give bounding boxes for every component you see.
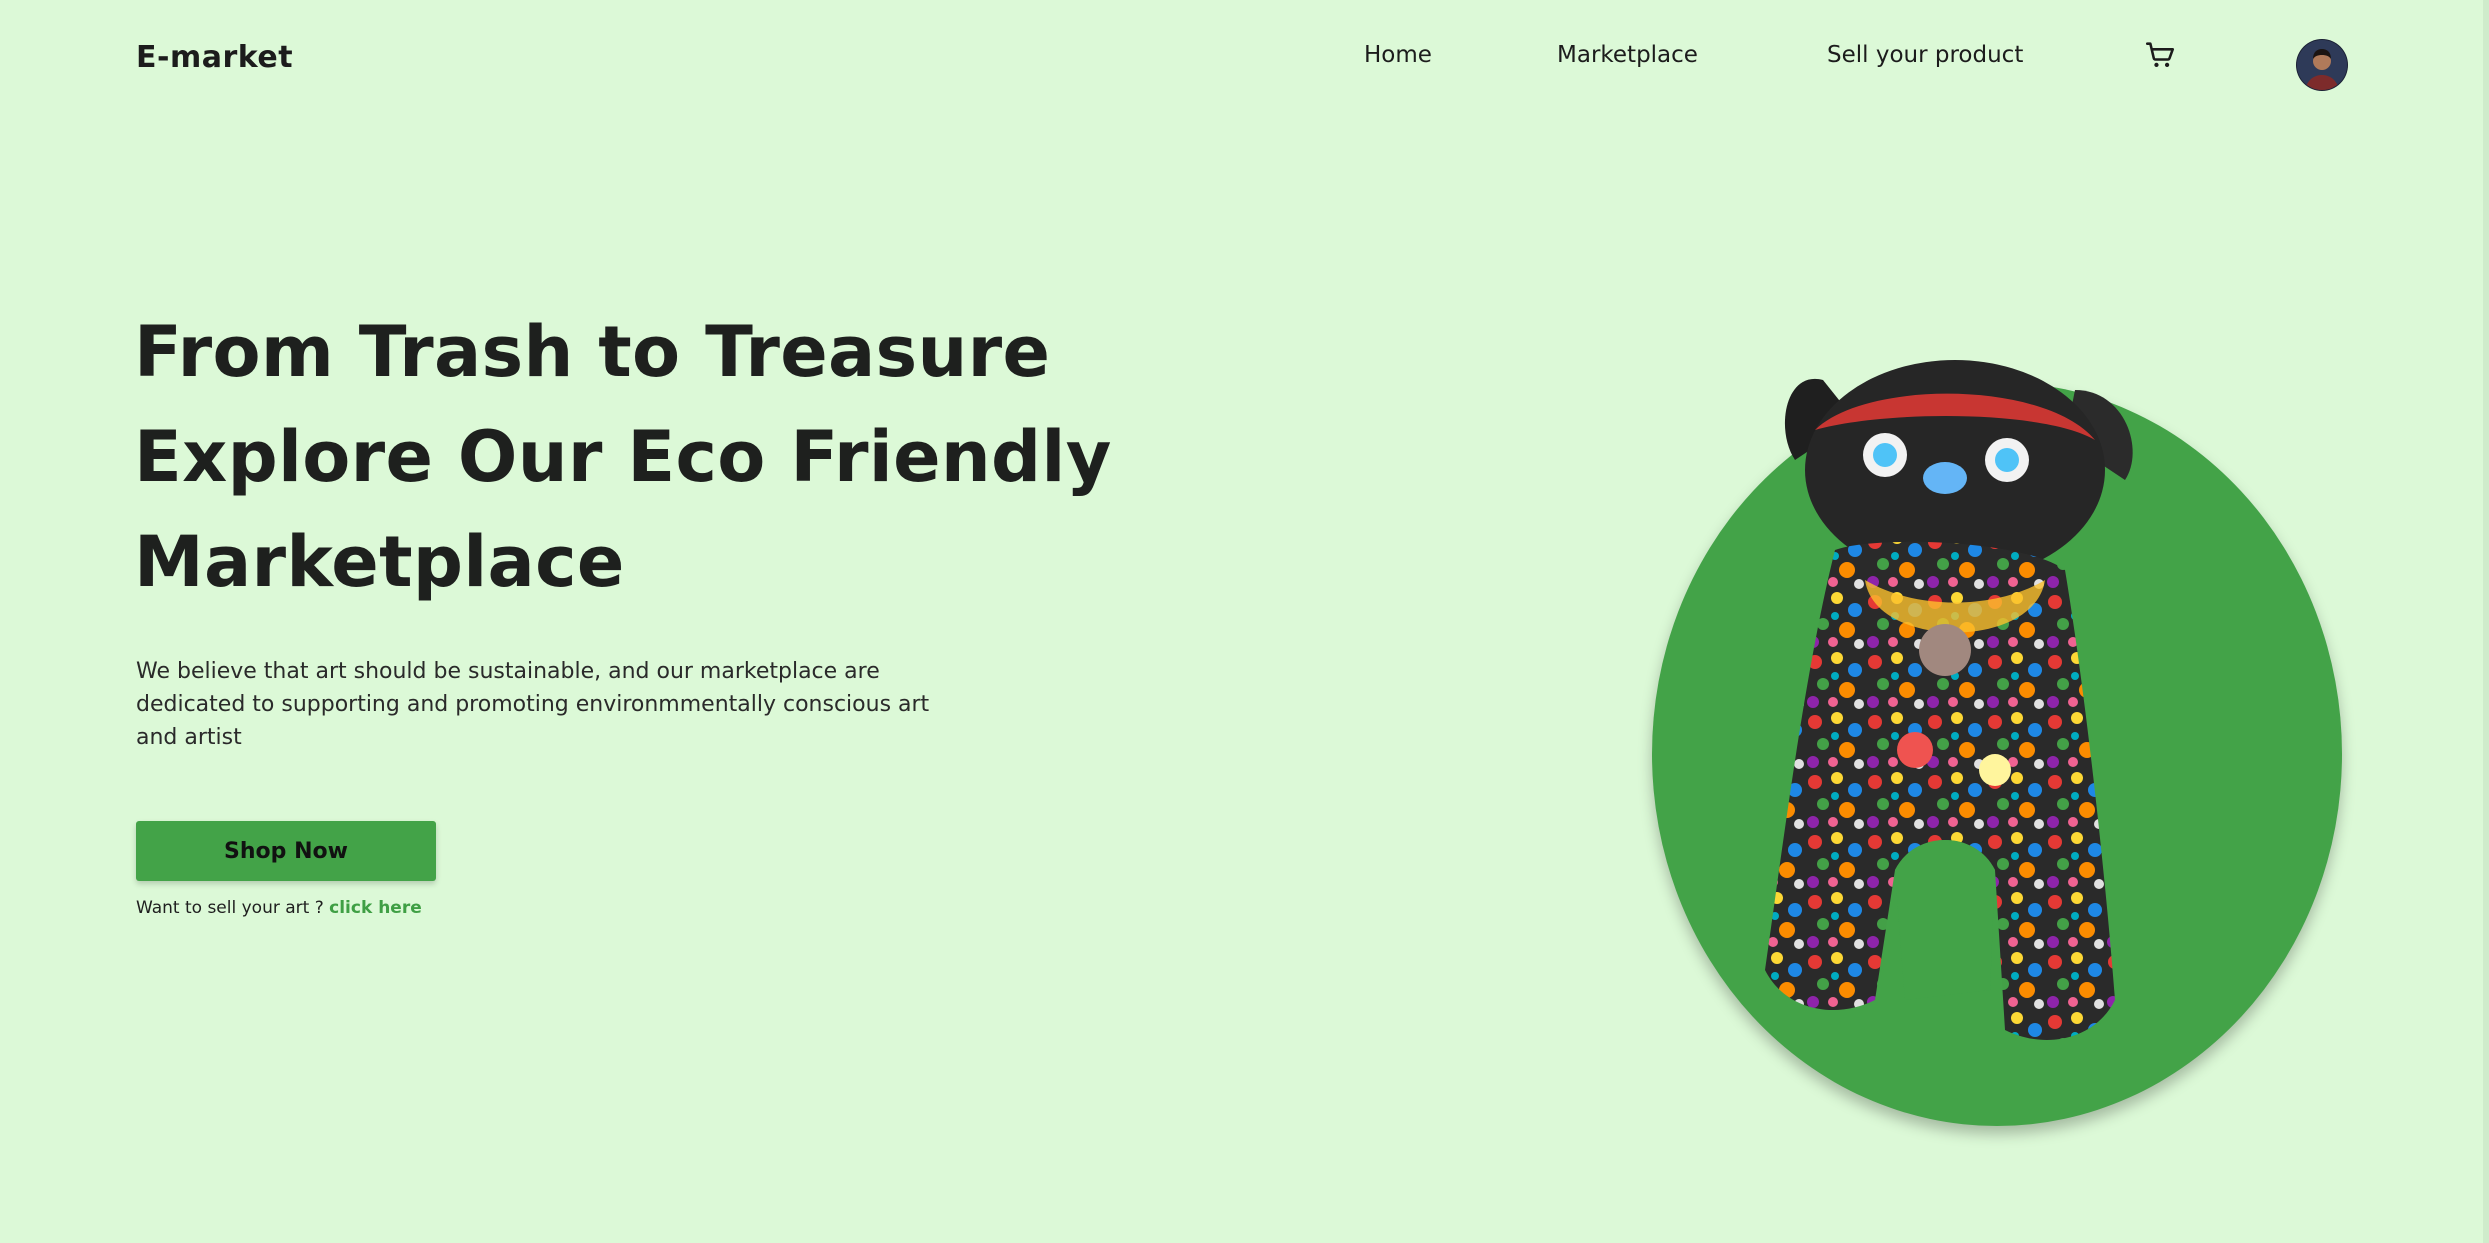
recycled-dog-sculpture-image bbox=[1765, 360, 2133, 1040]
shop-now-button[interactable]: Shop Now bbox=[136, 821, 436, 881]
hero-description: We believe that art should be sustainabl… bbox=[136, 659, 930, 750]
shopping-cart-icon[interactable] bbox=[2143, 38, 2177, 72]
nav-sell-product[interactable]: Sell your product bbox=[1827, 42, 2023, 68]
sell-prompt-text: Want to sell your art ? bbox=[136, 898, 330, 918]
hero-title-line-1: From Trash to Treasure bbox=[134, 311, 1051, 393]
hero-title-line-2: Explore Our Eco Friendly bbox=[134, 416, 1112, 498]
user-avatar[interactable] bbox=[2297, 40, 2347, 90]
site-logo[interactable]: E-market bbox=[136, 40, 293, 75]
sell-click-here-link[interactable]: click here bbox=[329, 898, 422, 918]
nav-home[interactable]: Home bbox=[1364, 42, 1432, 68]
page-edge bbox=[2483, 0, 2489, 1243]
hero-title: From Trash to Treasure Explore Our Eco F… bbox=[134, 300, 1134, 615]
hero-title-line-3: Marketplace bbox=[134, 521, 625, 603]
landing-page: E-market Home Marketplace Sell your prod… bbox=[0, 0, 2489, 1243]
sell-prompt: Want to sell your art ? click here bbox=[136, 898, 422, 918]
nav-marketplace[interactable]: Marketplace bbox=[1557, 42, 1698, 68]
